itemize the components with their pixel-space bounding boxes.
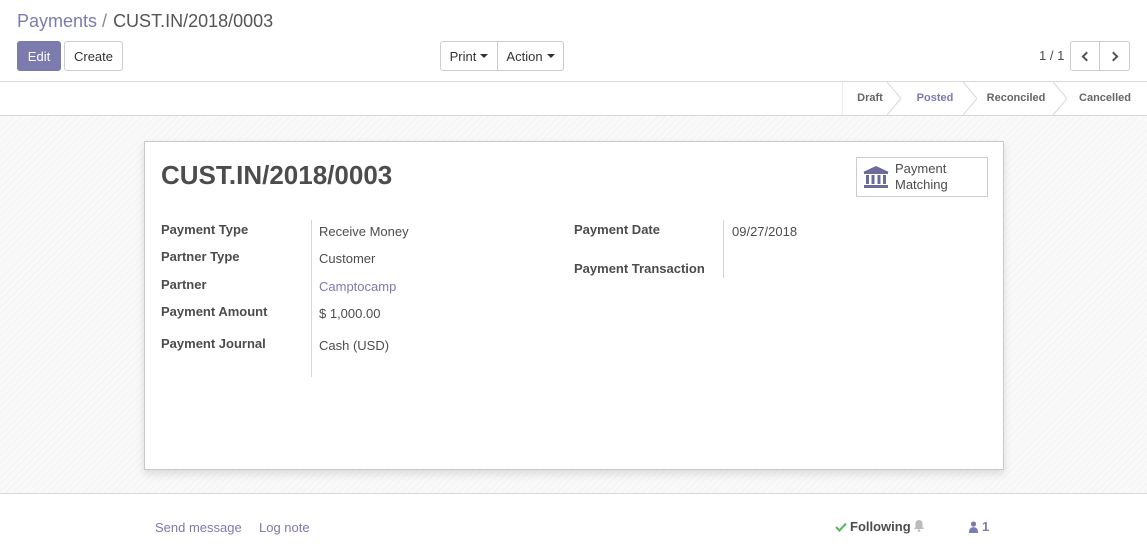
print-button-label: Print bbox=[449, 48, 477, 64]
stage-arrow-separator bbox=[963, 82, 977, 115]
field-divider bbox=[723, 220, 724, 278]
payment-amount-value: $ 1,000.00 bbox=[319, 306, 381, 321]
partner-label: Partner bbox=[161, 277, 207, 292]
check-icon bbox=[835, 522, 847, 532]
payment-type-label: Payment Type bbox=[161, 222, 249, 237]
field-divider bbox=[311, 220, 312, 377]
following-button[interactable]: Following bbox=[835, 519, 911, 534]
record-title: CUST.IN/2018/0003 bbox=[161, 160, 393, 190]
payment-matching-line2: Matching bbox=[895, 177, 948, 192]
stage-arrow-separator bbox=[1053, 82, 1067, 115]
partner-type-label: Partner Type bbox=[161, 249, 240, 264]
edit-button[interactable]: Edit bbox=[17, 41, 61, 71]
control-panel: Payments / CUST.IN/2018/0003 Edit Create P… bbox=[0, 0, 1147, 82]
payment-matching-label: Payment Matching bbox=[895, 161, 948, 193]
caret-down-icon bbox=[546, 54, 555, 58]
payment-transaction-label: Payment Transaction bbox=[574, 261, 705, 276]
stage-reconciled[interactable]: Reconciled bbox=[978, 82, 1054, 115]
bank-icon bbox=[863, 166, 889, 188]
print-dropdown-button[interactable]: Print bbox=[440, 41, 498, 71]
pager-value[interactable]: 1 / 1 bbox=[1039, 48, 1064, 63]
action-button-label: Action bbox=[506, 48, 543, 64]
followers-button[interactable]: 1 bbox=[969, 519, 989, 534]
payment-date-value: 09/27/2018 bbox=[732, 224, 798, 239]
send-message-link[interactable]: Send message bbox=[155, 520, 242, 535]
payment-matching-button[interactable]: Payment Matching bbox=[856, 157, 988, 197]
stage-cancelled[interactable]: Cancelled bbox=[1070, 82, 1140, 115]
action-dropdown-button[interactable]: Action bbox=[498, 41, 564, 71]
payment-journal-value: Cash (USD) bbox=[319, 338, 390, 353]
breadcrumb-separator: / bbox=[102, 11, 108, 31]
partner-type-value: Customer bbox=[319, 251, 376, 266]
user-icon bbox=[969, 520, 978, 533]
following-label: Following bbox=[850, 519, 911, 534]
caret-down-icon bbox=[480, 54, 489, 58]
create-button[interactable]: Create bbox=[64, 41, 123, 71]
chevron-right-icon bbox=[1108, 51, 1118, 61]
breadcrumb-payments-link[interactable]: Payments bbox=[17, 11, 97, 31]
statusbar: Draft Posted Reconciled Cancelled bbox=[0, 82, 1147, 116]
pager-next-button[interactable] bbox=[1100, 41, 1130, 71]
payment-journal-label: Payment Journal bbox=[161, 336, 266, 351]
edit-button-label: Edit bbox=[27, 48, 51, 64]
log-note-link[interactable]: Log note bbox=[259, 520, 310, 535]
payment-type-value: Receive Money bbox=[319, 224, 409, 239]
followers-count: 1 bbox=[982, 519, 990, 534]
form-sheet: CUST.IN/2018/0003 Payment Matching Payme… bbox=[144, 141, 1004, 470]
bell-icon[interactable] bbox=[913, 519, 925, 532]
stage-posted: Posted bbox=[916, 92, 954, 104]
create-button-label: Create bbox=[73, 48, 114, 64]
chevron-left-icon bbox=[1081, 51, 1092, 61]
breadcrumb: Payments / CUST.IN/2018/0003 bbox=[17, 11, 273, 32]
payment-matching-line1: Payment bbox=[895, 161, 947, 176]
partner-link[interactable]: Camptocamp bbox=[319, 279, 396, 294]
pager-previous-button[interactable] bbox=[1070, 41, 1100, 71]
stage-arrow-separator bbox=[887, 82, 901, 115]
payment-amount-label: Payment Amount bbox=[161, 304, 268, 319]
payment-date-label: Payment Date bbox=[574, 222, 660, 237]
breadcrumb-current: CUST.IN/2018/0003 bbox=[113, 11, 274, 31]
